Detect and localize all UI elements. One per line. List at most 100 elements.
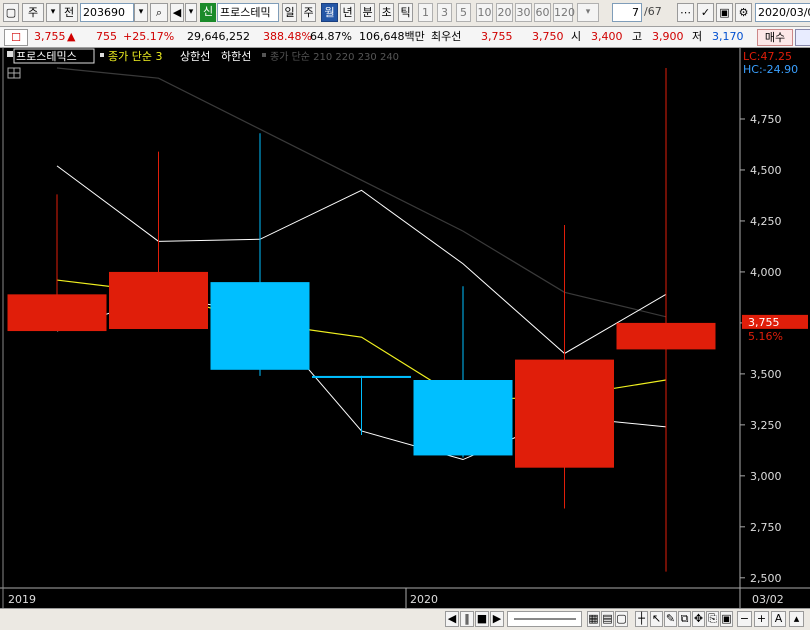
zoom-in-button[interactable]: + <box>754 611 769 627</box>
interval-30[interactable]: 30 <box>515 3 532 22</box>
zoom-out-button[interactable]: − <box>737 611 752 627</box>
compare-icon[interactable]: ⧉ <box>678 611 691 627</box>
fullscreen-icon[interactable]: ▣ <box>720 611 733 627</box>
new-badge: 신 <box>200 3 216 22</box>
speaker-icon[interactable]: ◀ <box>170 3 184 22</box>
zoom-split-icon[interactable]: ▤ <box>601 611 614 627</box>
legend-lower: 하한선 <box>221 49 251 63</box>
interval-60[interactable]: 60 <box>534 3 551 22</box>
period-second[interactable]: 초 <box>379 3 394 22</box>
page-total: /67 <box>644 5 662 18</box>
period-year[interactable]: 년 <box>340 3 355 22</box>
chart-check-icon[interactable]: ✓ <box>697 3 714 22</box>
best-quote-label: 최우선 <box>431 30 462 43</box>
volume-ratio: 388.48% <box>263 30 312 43</box>
zoom-window-icon[interactable]: ▢ <box>615 611 628 627</box>
pause-icon[interactable]: ‖ <box>460 611 474 627</box>
interval-3[interactable]: 3 <box>437 3 452 22</box>
y-tick-label: 3,250 <box>750 419 782 432</box>
page-input[interactable]: 7 <box>612 3 642 22</box>
zoom-slider-track <box>514 618 576 620</box>
candle-body <box>109 271 208 330</box>
change-percent: +25.17% <box>123 30 175 43</box>
text-size-button[interactable]: A <box>771 611 786 627</box>
chart-panel[interactable]: 2,5002,7503,0003,2503,5003,7504,0004,250… <box>0 48 810 608</box>
y-tick-label: 4,000 <box>750 266 782 279</box>
save-icon[interactable]: ▣ <box>716 3 733 22</box>
stock-name[interactable]: 프로스테믹 <box>217 3 279 22</box>
period-tick[interactable]: 틱 <box>398 3 413 22</box>
candle-body <box>413 380 513 456</box>
current-price: 3,755 <box>34 30 66 43</box>
move-icon[interactable]: ✥ <box>692 611 705 627</box>
copy-icon[interactable]: ⎘ <box>706 611 719 627</box>
market-select[interactable]: 주 <box>22 3 44 22</box>
options-icon[interactable]: ☐ <box>4 29 28 46</box>
y-tick-label: 3,000 <box>750 470 782 483</box>
cursor-icon[interactable]: ↖ <box>650 611 663 627</box>
x-tick-label: 2019 <box>8 593 36 606</box>
y-tick-label: 4,500 <box>750 164 782 177</box>
grid-settings-icon[interactable]: ⋯ <box>677 3 694 22</box>
expand-icon[interactable]: ▴ <box>789 611 804 627</box>
market-dropdown-icon[interactable]: ▾ <box>46 3 60 22</box>
quote-bar: ☐ 3,755 ▲ 755 +25.17% 29,646,252 388.48%… <box>0 27 810 48</box>
high-label: 고 <box>632 30 643 43</box>
scroll-right-icon[interactable]: ▶ <box>490 611 504 627</box>
legend-dot-icon <box>262 53 266 57</box>
x-tick-label: 2020 <box>410 593 438 606</box>
buy-button[interactable]: 매수 <box>757 29 793 46</box>
interval-20[interactable]: 20 <box>496 3 513 22</box>
ask-price: 3,755 <box>481 30 513 43</box>
sell-button-edge[interactable] <box>795 29 810 46</box>
y-tick-label: 3,500 <box>750 368 782 381</box>
code-dropdown-icon[interactable]: ▾ <box>134 3 148 22</box>
draw-icon[interactable]: ✎ <box>664 611 677 627</box>
legend-faded: 종가 단순 210 220 230 240 <box>270 51 399 63</box>
legend-stock-name: 프로스테믹스 <box>16 50 77 63</box>
y-tick-label: 4,750 <box>750 113 782 126</box>
turnover: 64.87% <box>310 30 352 43</box>
search-icon[interactable]: ⌕ <box>150 3 168 22</box>
interval-10[interactable]: 10 <box>476 3 493 22</box>
period-month[interactable]: 월 <box>321 3 338 22</box>
stop-icon[interactable]: ■ <box>475 611 489 627</box>
date-input[interactable]: 2020/03/0 <box>755 3 810 22</box>
prev-button[interactable]: 전 <box>60 3 78 22</box>
price-chart[interactable]: 2,5002,7503,0003,2503,5003,7504,0004,250… <box>0 48 810 608</box>
scroll-left-icon[interactable]: ◀ <box>445 611 459 627</box>
y-tick-label: 2,500 <box>750 572 782 585</box>
lc-label: LC:47.25 <box>743 50 792 63</box>
open-label: 시 <box>571 30 582 43</box>
y-tick-label: 2,750 <box>750 521 782 534</box>
window-menu-icon[interactable]: ▢ <box>3 3 19 22</box>
candle-body <box>7 294 107 332</box>
period-day[interactable]: 일 <box>282 3 297 22</box>
zoom-slider[interactable] <box>507 611 582 627</box>
speaker-dropdown-icon[interactable]: ▾ <box>185 3 197 22</box>
hc-label: HC:-24.90 <box>743 63 798 76</box>
interval-dropdown-icon[interactable]: ▾ <box>577 3 599 22</box>
x-tick-label: 03/02 <box>752 593 784 606</box>
legend-ma: 종가 단순 3 <box>108 50 162 63</box>
period-week[interactable]: 주 <box>301 3 316 22</box>
low-label: 저 <box>692 30 703 43</box>
interval-120[interactable]: 120 <box>553 3 575 22</box>
code-input[interactable]: 203690 <box>80 3 134 22</box>
volume: 29,646,252 <box>187 30 250 43</box>
y-tick-label: 4,250 <box>750 215 782 228</box>
last-price-label: 3,755 <box>748 316 780 329</box>
interval-1[interactable]: 1 <box>418 3 433 22</box>
low-price: 3,170 <box>712 30 744 43</box>
up-arrow-icon: ▲ <box>67 30 76 43</box>
zoom-fit-icon[interactable]: ▦ <box>587 611 600 627</box>
period-minute[interactable]: 분 <box>360 3 375 22</box>
interval-5[interactable]: 5 <box>456 3 471 22</box>
price-change: 755 <box>96 30 117 43</box>
candle-body <box>515 359 614 468</box>
high-price: 3,900 <box>652 30 684 43</box>
gear-icon[interactable]: ⚙ <box>735 3 752 22</box>
crosshair-icon[interactable]: ┼ <box>635 611 648 627</box>
candle-body <box>312 375 411 378</box>
trade-amount: 106,648백만 <box>359 30 425 43</box>
